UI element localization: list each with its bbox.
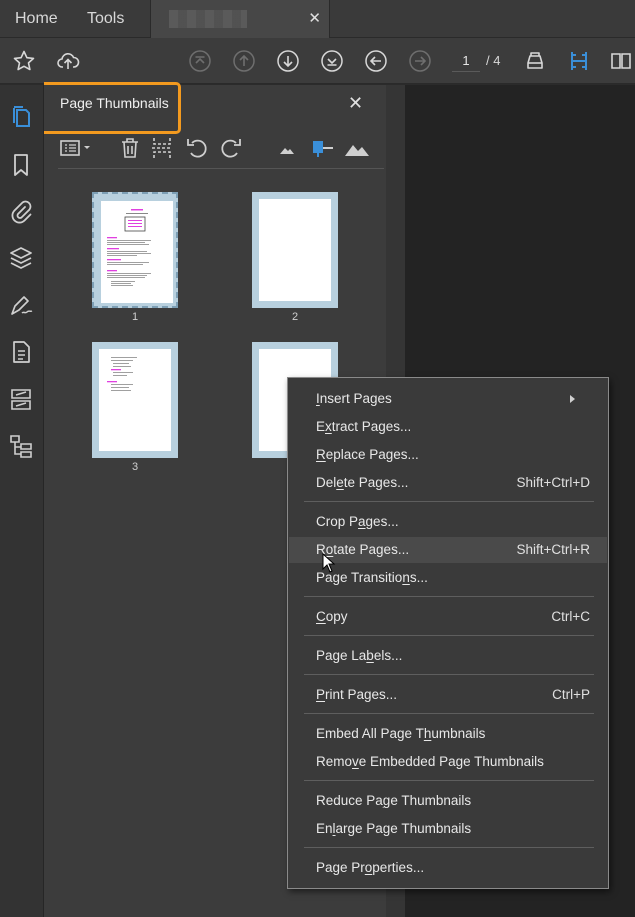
menu-item-label: Replace Pages... [316,447,419,462]
menu-separator [304,635,594,636]
menu-item-label: Extract Pages... [316,419,412,434]
trash-icon[interactable] [118,135,142,161]
menu-item-extract-pages[interactable]: Extract Pages... [289,414,607,440]
back-icon[interactable] [364,49,388,73]
menu-item-replace-pages[interactable]: Replace Pages... [289,442,607,468]
forward-icon[interactable] [408,49,432,73]
panel-title: Page Thumbnails [60,95,169,111]
menu-item-page-labels[interactable]: Page Labels... [289,643,607,669]
menu-separator [304,596,594,597]
menu-item-page-transitions[interactable]: Page Transitions... [289,565,607,591]
menu-item-label: Delete Pages... [316,475,409,490]
menu-separator [304,501,594,502]
menu-item-copy[interactable]: Copy Ctrl+C [289,604,607,630]
menu-item-crop-pages[interactable]: Crop Pages... [289,509,607,535]
menu-item-shortcut: Ctrl+P [552,687,590,702]
menu-item-enlarge-page-thumbnails[interactable]: Enlarge Page Thumbnails [289,816,607,842]
fit-width-icon[interactable] [567,49,591,73]
last-page-icon[interactable] [320,49,344,73]
menu-item-label: Print Pages... [316,687,398,702]
menu-item-insert-pages[interactable]: Insert Pages [289,386,607,412]
page-thumbnail-3[interactable] [92,342,178,458]
tags-icon[interactable] [8,433,34,459]
next-page-icon[interactable] [276,49,300,73]
menu-item-embed-all-page-thumbnails[interactable]: Embed All Page Thumbnails [289,721,607,747]
thumbnail-size-slider[interactable] [310,135,334,161]
menu-item-print-pages[interactable]: Print Pages... Ctrl+P [289,682,607,708]
signature-icon[interactable] [8,292,34,318]
page-total: / 4 [486,53,501,68]
menu-separator [304,847,594,848]
menu-item-label: Enlarge Page Thumbnails [316,821,472,836]
menu-item-label: Remove Embedded Page Thumbnails [316,754,544,769]
menu-item-label: Reduce Page Thumbnails [316,793,472,808]
thumbnail-label-3: 3 [131,461,139,473]
close-tab-icon[interactable]: ✕ [308,0,321,38]
main-toolbar: 1 / 4 [0,38,635,84]
document-icon[interactable] [8,339,34,365]
mouse-cursor-icon [322,552,336,573]
menu-item-page-properties[interactable]: Page Properties... [289,855,607,881]
menu-item-remove-embedded-page-thumbnails[interactable]: Remove Embedded Page Thumbnails [289,749,607,775]
zoom-in-thumbnails-icon[interactable] [344,135,370,161]
menu-item-reduce-page-thumbnails[interactable]: Reduce Page Thumbnails [289,788,607,814]
panel-title-highlight: Page Thumbnails [44,82,181,134]
menu-item-label: Page Properties... [316,860,425,875]
menu-item-label: Crop Pages... [316,514,399,529]
thumbnail-label-1: 1 [131,311,139,323]
cloud-upload-icon[interactable] [56,49,80,73]
thumbnail-options-icon[interactable] [58,135,96,161]
page-thumbnails-icon[interactable] [8,104,34,130]
menu-item-rotate-pages[interactable]: Rotate Pages... Shift+Ctrl+R [289,537,607,563]
tab-document[interactable]: ✕ [150,0,330,38]
menu-item-label: Embed All Page Thumbnails [316,726,486,741]
menu-separator [304,674,594,675]
menu-separator [304,713,594,714]
page-preview [101,201,173,303]
star-icon[interactable] [12,49,36,73]
submenu-arrow-icon [570,395,575,403]
two-page-icon[interactable] [609,49,633,73]
close-panel-icon[interactable]: ✕ [348,93,363,114]
compare-icon[interactable] [8,386,34,412]
menu-item-shortcut: Shift+Ctrl+R [516,542,590,557]
context-menu: Insert Pages Extract Pages... Replace Page… [287,377,609,889]
page-thumbnail-1[interactable] [92,192,178,308]
attachment-icon[interactable] [8,198,34,224]
insert-page-icon[interactable] [150,135,174,161]
menu-separator [304,780,594,781]
zoom-out-thumbnails-icon[interactable] [278,135,296,161]
document-title-redacted [169,10,247,28]
menu-item-delete-pages[interactable]: Delete Pages... Shift+Ctrl+D [289,470,607,496]
page-preview [259,199,331,301]
page-number-input[interactable]: 1 [452,50,480,72]
menu-item-label: Page Labels... [316,648,403,663]
bookmark-icon[interactable] [8,152,34,178]
menu-item-label: Copy [316,609,348,624]
first-page-icon[interactable] [188,49,212,73]
left-navigation-rail [0,85,44,917]
menu-item-label: Insert Pages [316,391,392,406]
previous-page-icon[interactable] [232,49,256,73]
panel-divider [58,168,384,169]
thumbnail-label-2: 2 [291,311,299,323]
rotate-counterclockwise-icon[interactable] [185,135,209,161]
layers-icon[interactable] [8,245,34,271]
menu-item-shortcut: Ctrl+C [551,609,590,624]
menu-item-shortcut: Shift+Ctrl+D [516,475,590,490]
rotate-clockwise-icon[interactable] [219,135,243,161]
page-thumbnail-2[interactable] [252,192,338,308]
tab-bar: Home Tools ✕ [0,0,635,38]
panel-toolbar [44,129,386,167]
page-preview [99,349,171,451]
tab-home[interactable]: Home [15,0,58,38]
tab-tools[interactable]: Tools [87,0,124,38]
ink-icon[interactable] [523,49,547,73]
